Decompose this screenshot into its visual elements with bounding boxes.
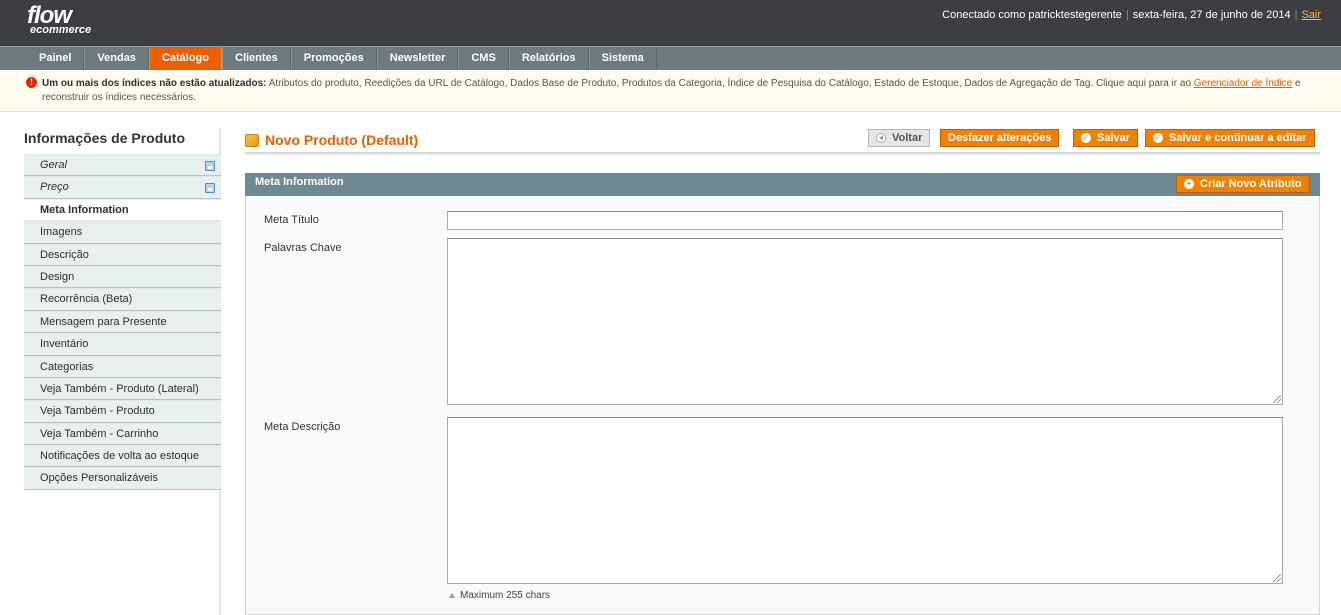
save-button[interactable]: ✓ Salvar: [1073, 129, 1139, 147]
tab-related-products[interactable]: Veja Também - Produto: [24, 400, 221, 423]
check-icon: ✓: [1153, 133, 1163, 143]
save-label: Salvar: [1097, 132, 1131, 144]
tab-stock-alerts[interactable]: Notificações de volta ao estoque: [24, 445, 221, 468]
meta-description-label: Meta Descrição: [264, 421, 341, 433]
add-icon: +: [1184, 179, 1194, 189]
tab-label: Design: [40, 270, 75, 283]
note-text: Maximum 255 chars: [460, 590, 551, 601]
tab-mensagem-presente[interactable]: Mensagem para Presente: [24, 310, 221, 334]
resize-handle[interactable]: [1273, 395, 1281, 403]
save-continue-label: Salvar e continuar a editar: [1169, 132, 1307, 144]
tab-label: Geral: [40, 159, 67, 171]
tab-label: Inventário: [40, 338, 89, 351]
nav-item-newsletter[interactable]: Newsletter: [376, 47, 459, 70]
nav-item-promocoes[interactable]: Promoções: [290, 47, 377, 70]
tab-descricao[interactable]: Descrição: [24, 243, 221, 266]
changed-icon: [205, 161, 215, 171]
nav-item-clientes[interactable]: Clientes: [222, 47, 291, 70]
nav-item-cms[interactable]: CMS: [458, 47, 509, 70]
back-label: Voltar: [892, 132, 923, 144]
sidebar-title: Informações de Produto: [24, 130, 186, 146]
back-arrow-icon: ◂: [876, 133, 886, 143]
tab-label: Mensagem para Presente: [40, 315, 167, 328]
notice-bold: Um ou mais dos índices não estão atualiz…: [42, 78, 267, 89]
logo[interactable]: flow ecommerce: [27, 4, 91, 36]
fieldset-header: Meta Information: [245, 173, 1320, 196]
changed-icon: [205, 183, 215, 194]
tab-geral[interactable]: Geral: [24, 154, 221, 177]
reset-button[interactable]: Desfazer alterações: [940, 129, 1060, 147]
create-attribute-label: Criar Novo Atributo: [1200, 178, 1302, 190]
resize-handle[interactable]: [1273, 574, 1281, 582]
tab-preco[interactable]: Preço: [24, 176, 221, 199]
check-icon: ✓: [1081, 133, 1091, 143]
tab-design[interactable]: Design: [24, 265, 221, 289]
tab-label: Recorrência (Beta): [40, 293, 133, 306]
create-attribute-button[interactable]: + Criar Novo Atributo: [1176, 175, 1310, 193]
index-manager-link[interactable]: Gerenciador de Índice: [1194, 78, 1292, 89]
tab-custom-options[interactable]: Opções Personalizáveis: [24, 467, 221, 490]
nav-item-sistema[interactable]: Sistema: [588, 47, 657, 70]
tab-categorias[interactable]: Categorias: [24, 355, 221, 378]
tab-label: Veja Também - Carrinho: [40, 427, 159, 440]
tab-cross-sell[interactable]: Veja Também - Carrinho: [24, 422, 221, 446]
tab-label: Notificações de volta ao estoque: [40, 450, 199, 463]
page-title: Novo Produto (Default): [245, 132, 418, 148]
note-arrow-icon: [449, 593, 455, 598]
nav-item-painel[interactable]: Painel: [27, 47, 85, 70]
tab-label: Opções Personalizáveis: [40, 472, 159, 485]
index-notice: ! Um ou mais dos índices não estão atual…: [0, 70, 1341, 112]
tab-recorrencia[interactable]: Recorrência (Beta): [24, 288, 221, 311]
logged-in-user: Conectado como patricktestegerente: [942, 9, 1122, 21]
description-note: Maximum 255 chars: [449, 590, 550, 601]
logout-link[interactable]: Sair: [1301, 9, 1321, 21]
product-tabs: Geral Preço Meta Information Imagens Des…: [24, 154, 221, 490]
tab-meta-information[interactable]: Meta Information: [24, 198, 221, 222]
error-icon: !: [26, 77, 37, 88]
nav-item-catalogo[interactable]: Catálogo: [148, 47, 222, 70]
meta-title-input[interactable]: [447, 211, 1283, 230]
tab-label: Descrição: [40, 248, 89, 261]
notice-text: Atributos do produto, Reedições da URL d…: [268, 78, 1192, 89]
header-user-info: Conectado como patricktestegerente | sexta…: [942, 9, 1321, 21]
separator: |: [1294, 9, 1298, 21]
save-continue-button[interactable]: ✓ Salvar e continuar a editar: [1145, 129, 1315, 147]
keywords-textarea[interactable]: [447, 238, 1283, 405]
tab-inventario[interactable]: Inventário: [24, 333, 221, 356]
logo-sub: ecommerce: [30, 24, 92, 36]
tab-label: Veja Também - Produto: [40, 405, 155, 418]
current-date: sexta-feira, 27 de junho de 2014: [1132, 9, 1291, 21]
meta-description-textarea[interactable]: [447, 417, 1283, 584]
title-divider: [245, 152, 1320, 155]
back-button[interactable]: ◂ Voltar: [868, 129, 931, 147]
fieldset-title: Meta Information: [255, 176, 344, 188]
separator: |: [1125, 9, 1129, 21]
tab-label: Imagens: [40, 226, 83, 239]
page-title-text: Novo Produto (Default): [265, 132, 419, 148]
tab-label: Veja Também - Produto (Lateral): [40, 382, 199, 395]
nav-item-relatorios[interactable]: Relatórios: [508, 47, 589, 70]
tab-imagens[interactable]: Imagens: [24, 221, 221, 244]
reset-label: Desfazer alterações: [948, 132, 1052, 144]
admin-header: flow ecommerce Conectado como patricktes…: [0, 0, 1341, 46]
product-box-icon: [245, 133, 259, 147]
tab-upsell-lateral[interactable]: Veja Também - Produto (Lateral): [24, 377, 221, 401]
tab-label: Preço: [40, 181, 69, 194]
main-nav: Painel Vendas Catálogo Clientes Promoçõe…: [0, 46, 1341, 70]
nav-item-vendas[interactable]: Vendas: [84, 47, 149, 70]
tab-label: Meta Information: [40, 203, 129, 216]
keywords-label: Palavras Chave: [264, 242, 342, 254]
tab-label: Categorias: [40, 360, 94, 373]
meta-title-label: Meta Título: [264, 214, 319, 226]
